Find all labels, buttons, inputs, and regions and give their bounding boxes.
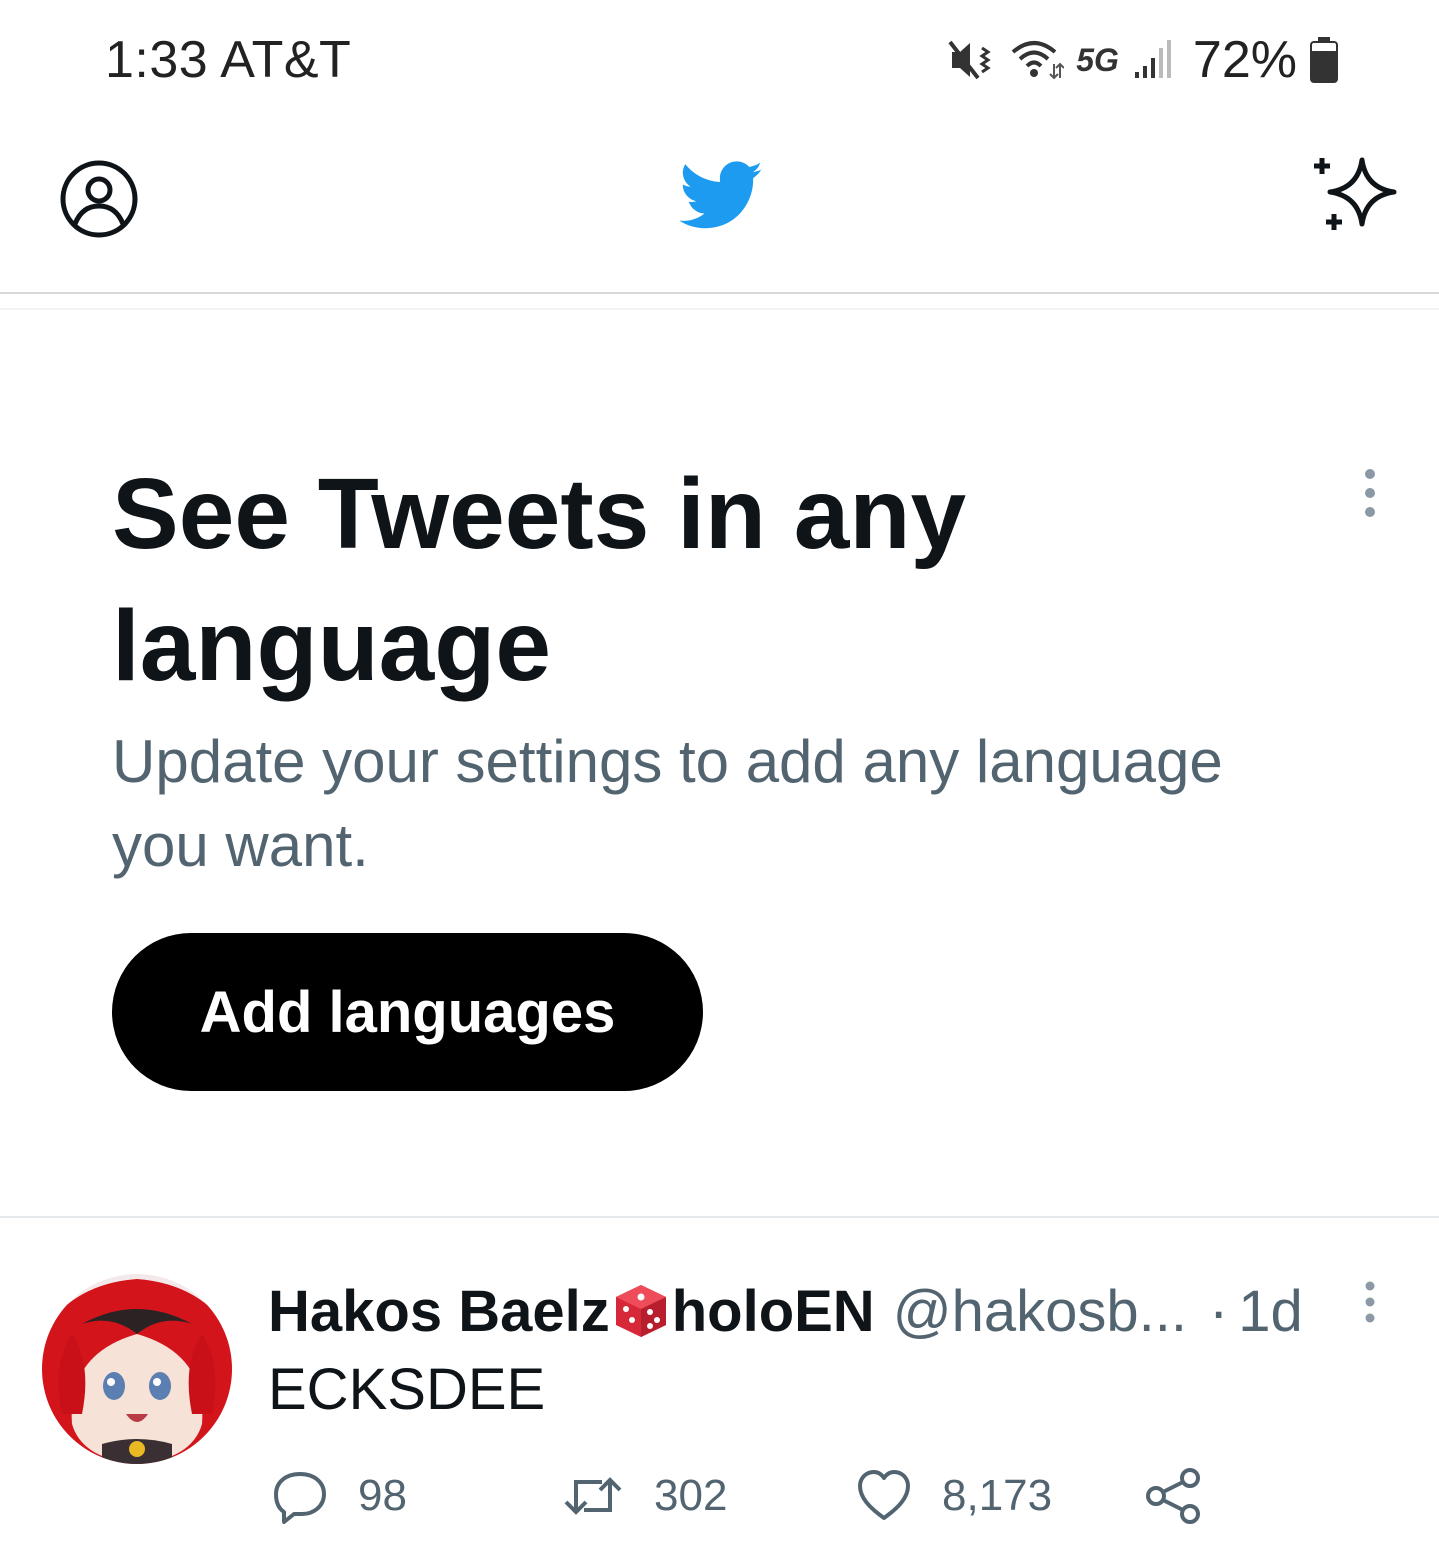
retweet-button[interactable]: 302 xyxy=(562,1464,727,1528)
retweet-icon xyxy=(564,1477,622,1515)
wifi-icon xyxy=(1011,41,1065,80)
tweet-separator: · xyxy=(1208,1278,1229,1344)
signal-icon xyxy=(1134,40,1171,78)
add-languages-button[interactable]: Add languages xyxy=(112,933,703,1091)
twitter-bird-icon[interactable] xyxy=(680,160,764,232)
battery-icon xyxy=(1310,37,1338,83)
tweet-more-options-icon[interactable] xyxy=(1354,1280,1386,1330)
status-icons: 5G 72% xyxy=(948,30,1339,90)
tweet-author-handle[interactable]: @hakosb... xyxy=(893,1278,1187,1345)
reply-count: 98 xyxy=(358,1471,407,1520)
network-type-label: 5G xyxy=(1076,41,1119,78)
avatar-image xyxy=(42,1274,232,1464)
status-bar: 1:33 AT&T 5G 72% xyxy=(0,0,1439,120)
reply-icon xyxy=(274,1472,326,1524)
tweet-header: Hakos Baelz holoEN @hakosb... · 1d xyxy=(268,1276,1303,1346)
mute-vibrate-icon xyxy=(948,40,991,80)
like-button[interactable]: 8,173 xyxy=(856,1464,1052,1528)
status-time-carrier: 1:33 AT&T xyxy=(105,31,352,89)
tweet-author-name[interactable]: Hakos Baelz xyxy=(268,1278,610,1345)
dice-emoji-icon xyxy=(615,1285,666,1337)
like-count: 8,173 xyxy=(942,1471,1053,1520)
share-icon xyxy=(1146,1468,1200,1524)
retweet-count: 302 xyxy=(654,1471,728,1520)
language-prompt-card: See Tweets in any language Update your s… xyxy=(0,310,1439,1216)
profile-icon[interactable] xyxy=(58,158,140,240)
avatar[interactable] xyxy=(42,1274,232,1464)
tweet-timestamp[interactable]: 1d xyxy=(1238,1278,1303,1345)
language-prompt-subtitle: Update your settings to add any language… xyxy=(112,728,1223,879)
sparkle-icon[interactable] xyxy=(1310,150,1402,242)
share-button[interactable] xyxy=(1144,1464,1204,1528)
reply-button[interactable]: 98 xyxy=(272,1464,407,1528)
like-icon xyxy=(858,1470,910,1520)
tweet-author-name-suffix[interactable]: holoEN xyxy=(672,1278,875,1345)
battery-percent: 72% xyxy=(1192,31,1297,89)
language-prompt-title: See Tweets in any language xyxy=(112,458,967,702)
top-app-bar xyxy=(0,120,1439,292)
app-bar-divider xyxy=(0,292,1439,294)
tweet[interactable]: Hakos Baelz holoEN @hakosb... · 1d ECKSD… xyxy=(0,1218,1439,1561)
tweet-body-text: ECKSDEE xyxy=(268,1357,546,1422)
more-options-icon[interactable] xyxy=(1352,468,1388,518)
